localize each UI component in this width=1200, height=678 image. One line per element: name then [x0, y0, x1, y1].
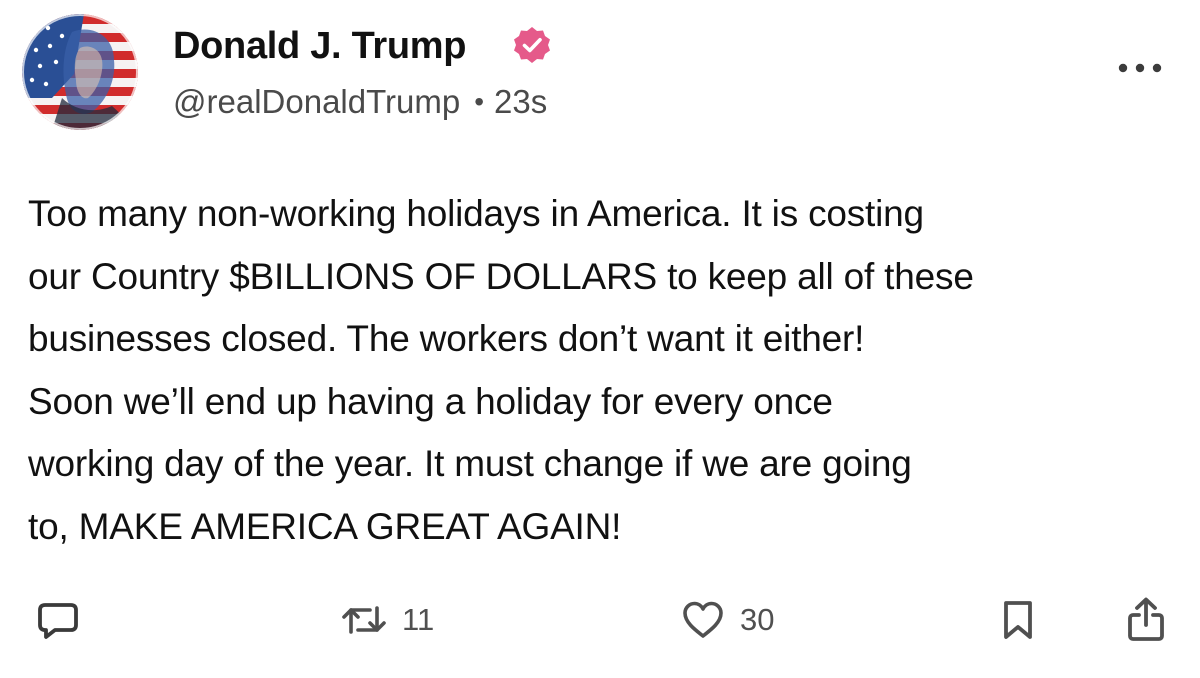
like-count: 30 [740, 602, 775, 637]
separator-dot: • [474, 86, 485, 117]
share-icon [1128, 597, 1164, 641]
comment-icon [38, 603, 78, 639]
like-button[interactable]: 30 [680, 596, 774, 644]
repost-icon [342, 606, 386, 634]
more-horizontal-icon [1118, 63, 1162, 73]
handle-row: @realDonaldTrump • 23s [173, 80, 547, 124]
avatar-image [22, 14, 138, 130]
bookmark-icon [1004, 601, 1032, 639]
verified-badge-icon [514, 27, 550, 63]
heart-icon [683, 601, 723, 638]
more-options-button[interactable] [1112, 50, 1168, 86]
repost-button[interactable]: 11 [340, 596, 434, 644]
post-body: Too many non-working holidays in America… [28, 193, 974, 547]
author-name[interactable]: Donald J. Trump [173, 22, 467, 70]
author-handle[interactable]: @realDonaldTrump [173, 83, 460, 120]
avatar[interactable] [22, 14, 138, 130]
repost-count: 11 [402, 602, 435, 637]
post-card: Donald J. Trump @realDonaldTrump • 23s Too… [0, 0, 1200, 678]
share-button[interactable] [1124, 596, 1168, 644]
post-timestamp[interactable]: 23s [494, 83, 547, 120]
reply-button[interactable] [36, 596, 80, 644]
bookmark-button[interactable] [998, 596, 1038, 644]
